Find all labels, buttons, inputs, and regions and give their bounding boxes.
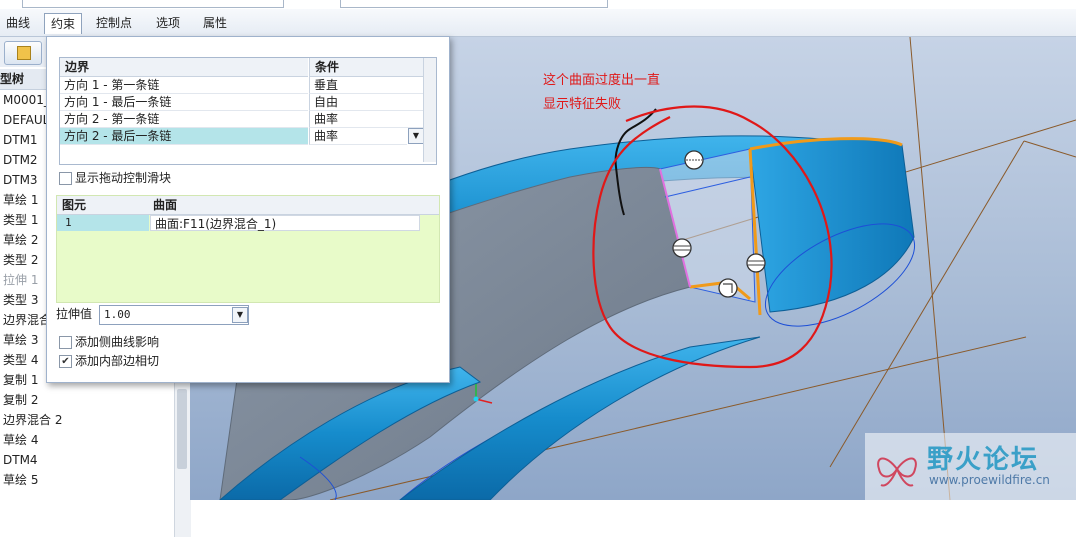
condition-cell[interactable]: 垂直: [309, 77, 423, 94]
tab-curves[interactable]: 曲线: [0, 13, 36, 33]
tree-item[interactable]: 类型 4: [3, 350, 38, 370]
dashboard-tab-bar: 曲线 约束 控制点 选项 属性: [0, 9, 1076, 37]
annotation-line-2: 显示特征失败: [543, 97, 622, 112]
show-drag-slider-checkbox[interactable]: [59, 172, 72, 185]
tree-item[interactable]: 草绘 2: [3, 230, 38, 250]
tree-item[interactable]: 类型 1: [3, 210, 38, 230]
condition-cell[interactable]: 曲率: [309, 128, 407, 145]
side-curve-label: 添加侧曲线影响: [75, 335, 160, 349]
folder-icon: [17, 46, 31, 60]
tree-item[interactable]: M0001_: [3, 90, 50, 110]
chain-input-1[interactable]: [22, 0, 284, 8]
tree-item[interactable]: 草绘 5: [3, 470, 38, 490]
tree-item[interactable]: DEFAUL: [3, 110, 49, 130]
condition-column-header: 条件: [309, 58, 424, 77]
boundary-row-label[interactable]: 方向 2 - 第一条链: [60, 111, 308, 128]
tree-item[interactable]: 草绘 1: [3, 190, 38, 210]
element-column-header: 图元: [62, 198, 87, 212]
tab-options[interactable]: 选项: [150, 13, 186, 33]
tab-properties[interactable]: 属性: [197, 13, 233, 33]
show-drag-slider-label: 显示拖动控制滑块: [75, 171, 172, 185]
watermark-url: www.proewildfire.cn: [929, 473, 1050, 487]
chain-input-2[interactable]: [340, 0, 608, 8]
tree-scroll-thumb[interactable]: [177, 389, 187, 469]
butterfly-logo-icon: [877, 457, 917, 487]
boundary-row-label[interactable]: 方向 1 - 最后一条链: [60, 94, 308, 111]
condition-cell[interactable]: 自由: [309, 94, 423, 111]
stretch-value-combo[interactable]: 1.00 ▼: [99, 305, 249, 325]
tree-item[interactable]: 边界混合 2: [3, 410, 62, 430]
condition-dropdown-arrow[interactable]: ▼: [408, 128, 424, 144]
boundary-row-label[interactable]: 方向 2 - 最后一条链: [60, 128, 308, 145]
tree-item[interactable]: 类型 2: [3, 250, 38, 270]
side-curve-checkbox[interactable]: [59, 336, 72, 349]
constraints-panel: 边界 条件 方向 1 - 第一条链 垂直 方向 1 - 最后一条链 自由 方向 2 - …: [46, 36, 450, 383]
tree-item[interactable]: DTM3: [3, 170, 38, 190]
watermark: 野火论坛 www.proewildfire.cn: [865, 433, 1076, 500]
boundary-row-label[interactable]: 方向 1 - 第一条链: [60, 77, 308, 94]
stretch-value-text: 1.00: [104, 308, 131, 321]
element-surface-table: 图元 曲面 1 曲面:F11(边界混合_1): [56, 195, 440, 303]
tree-view-button[interactable]: [4, 41, 42, 65]
tree-item[interactable]: DTM1: [3, 130, 38, 150]
tab-constraints[interactable]: 约束: [44, 13, 83, 34]
surface-column-header: 曲面: [153, 198, 178, 212]
tree-item[interactable]: 拉伸 1: [3, 270, 38, 290]
stretch-value-label: 拉伸值: [56, 307, 93, 321]
boundary-table-scrollbar[interactable]: [423, 58, 436, 162]
boundary-column-header: 边界: [60, 58, 308, 77]
annotation-line-1: 这个曲面过度出一直: [543, 73, 661, 88]
surface-cell[interactable]: 曲面:F11(边界混合_1): [150, 215, 420, 231]
tree-item[interactable]: 复制 1: [3, 370, 38, 390]
tree-item[interactable]: 复制 2: [3, 390, 38, 410]
element-cell[interactable]: 1: [57, 215, 149, 231]
tree-item[interactable]: DTM4: [3, 450, 38, 470]
tab-control-points[interactable]: 控制点: [90, 13, 138, 33]
tree-item[interactable]: 类型 3: [3, 290, 38, 310]
element-table-header: 图元 曲面: [57, 196, 439, 215]
cylinder-surface: [749, 138, 915, 313]
condition-cell[interactable]: 曲率: [309, 111, 423, 128]
watermark-title: 野火论坛: [927, 445, 1040, 475]
inner-edge-tangent-checkbox[interactable]: ✔: [59, 355, 72, 368]
tree-item[interactable]: 草绘 3: [3, 330, 38, 350]
tree-item[interactable]: DTM2: [3, 150, 38, 170]
tree-item[interactable]: 草绘 4: [3, 430, 38, 450]
boundary-condition-table: 边界 条件 方向 1 - 第一条链 垂直 方向 1 - 最后一条链 自由 方向 2 - …: [59, 57, 437, 165]
inner-edge-tangent-label: 添加内部边相切: [75, 354, 160, 368]
top-input-strip: [0, 0, 1076, 9]
tree-item[interactable]: 边界混合: [3, 310, 51, 330]
chevron-down-icon[interactable]: ▼: [232, 307, 248, 323]
